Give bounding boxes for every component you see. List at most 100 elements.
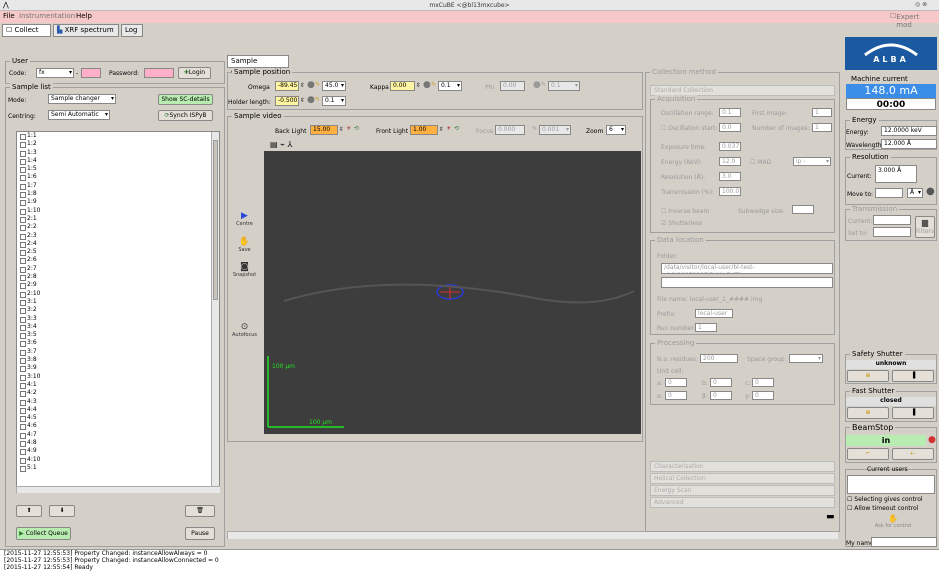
holder-step-select[interactable]: 0.1 xyxy=(322,96,346,106)
a-input[interactable]: 0 xyxy=(665,378,687,387)
kappa-reset-icon[interactable]: ● xyxy=(423,80,431,90)
back-light-spin-icon[interactable]: ⇳ xyxy=(339,126,344,133)
sample-tree-item[interactable]: 2:10 xyxy=(17,290,219,298)
move-up-button[interactable]: ⬆ xyxy=(16,505,42,517)
omega-reset-icon[interactable]: ● xyxy=(307,80,315,90)
holder-length-input[interactable]: -0.500 xyxy=(275,96,299,106)
safety-shutter-open-button[interactable]: ⊕ xyxy=(847,370,889,382)
my-name-input[interactable] xyxy=(871,537,937,547)
measure-icon[interactable]: ⌁ xyxy=(280,140,285,149)
sample-tree-item[interactable]: 2:9 xyxy=(17,281,219,290)
sample-tree-item[interactable]: 4:1 xyxy=(17,381,219,390)
code-number-input[interactable] xyxy=(81,68,101,78)
code-select[interactable]: fx xyxy=(36,68,74,78)
sample-tree[interactable]: 1:1 1:2 1:3 1:4 1:5 1:6 1:7 1:8 1:9 1:10 2:1 2:2 2:3… xyxy=(16,131,220,493)
center-hscrollbar[interactable] xyxy=(227,531,838,539)
exposure-input[interactable]: 0.037 xyxy=(719,142,741,151)
move-go-icon[interactable]: ● xyxy=(926,186,935,197)
sample-tree-item[interactable]: 1:4 xyxy=(17,157,219,166)
sample-tree-item[interactable]: 4:9 xyxy=(17,447,219,456)
sample-tree-item[interactable]: 2:8 xyxy=(17,273,219,282)
sample-tree-item[interactable]: 4:8 xyxy=(17,439,219,448)
sample-tree-item[interactable]: 1:7 xyxy=(17,182,219,191)
sample-tree-scrollbar[interactable] xyxy=(211,132,219,492)
show-sc-details-button[interactable]: Show SC-details xyxy=(158,94,213,105)
sample-tree-item[interactable]: 3:6 xyxy=(17,339,219,348)
resolution-input[interactable]: 3.0 xyxy=(719,172,741,181)
mode-select[interactable]: Sample changer xyxy=(48,94,116,104)
sample-tree-item[interactable]: 2:1 xyxy=(17,215,219,224)
mad-checkbox[interactable]: ☐ MAD xyxy=(750,159,771,166)
zoom-select[interactable]: 6 xyxy=(606,125,626,135)
tab-sample-centring[interactable]: Sample centring xyxy=(227,55,289,76)
sample-tree-item[interactable]: 2:3 xyxy=(17,232,219,240)
delete-button[interactable]: 🗑 xyxy=(185,505,215,517)
front-light-input[interactable]: 1.00 xyxy=(410,125,438,135)
beta-input[interactable]: 0 xyxy=(710,391,732,400)
sample-tree-item[interactable]: 4:7 xyxy=(17,431,219,439)
tab-xrf[interactable]: ▙ XRF spectrum xyxy=(53,24,119,37)
folder-input[interactable]: /data/visitor/local-user/bl-test-eh1/201… xyxy=(661,263,833,274)
menu-instrumentation[interactable]: Instrumentation xyxy=(19,12,75,20)
folder-extra-input[interactable] xyxy=(661,277,833,288)
fast-shutter-close-button[interactable]: ▐ xyxy=(892,407,934,419)
phi-input[interactable]: 0.00 xyxy=(500,81,525,91)
osc-start-input[interactable]: 0.0 xyxy=(719,123,741,132)
omega-input[interactable]: -89.45 xyxy=(275,81,299,91)
num-images-input[interactable]: 1 xyxy=(812,123,832,132)
mad-select[interactable]: ip - xyxy=(793,157,831,166)
front-light-reset-icon[interactable]: ⟲ xyxy=(454,125,459,132)
sample-tree-item[interactable]: 1:1 xyxy=(17,132,219,141)
omega-step-select[interactable]: 45.0 xyxy=(322,81,346,91)
resolution-unit-select[interactable]: Å xyxy=(907,188,923,198)
select-icon[interactable]: ▤ xyxy=(270,140,278,149)
window-menu-icon[interactable]: ⋀ xyxy=(3,1,9,9)
collection-scroll-icon[interactable]: ▬ xyxy=(826,512,835,522)
window-controls-icon[interactable]: ◎ ⊗ xyxy=(915,1,927,8)
beamstop-in-button[interactable]: ⌐ xyxy=(847,448,889,460)
move-down-button[interactable]: ⬇ xyxy=(49,505,75,517)
sample-tree-item[interactable]: 2:2 xyxy=(17,223,219,232)
residues-input[interactable]: 200 xyxy=(700,354,738,363)
sample-tree-item[interactable]: 3:10 xyxy=(17,373,219,381)
sample-tree-item[interactable]: 1:8 xyxy=(17,190,219,199)
first-image-input[interactable]: 1 xyxy=(812,108,832,117)
sample-tree-item[interactable]: 1:3 xyxy=(17,149,219,157)
filters-button[interactable]: ▆ Filters xyxy=(915,216,935,238)
front-light-spin-icon[interactable]: ⇳ xyxy=(439,126,444,133)
wavelength-value[interactable]: 12.000 Å xyxy=(881,139,937,149)
b-input[interactable]: 0 xyxy=(710,378,732,387)
sample-tree-item[interactable]: 2:6 xyxy=(17,256,219,265)
sample-tree-item[interactable]: 2:4 xyxy=(17,240,219,249)
sample-tree-hscrollbar[interactable] xyxy=(16,486,220,493)
menu-help[interactable]: Help xyxy=(76,12,92,20)
tab-collect[interactable]: ☐ Collect xyxy=(2,24,51,37)
advanced-header[interactable]: Advanced xyxy=(650,497,835,508)
run-number-input[interactable]: 1 xyxy=(695,323,717,332)
space-group-select[interactable] xyxy=(789,354,823,363)
prefix-input[interactable]: local-user xyxy=(695,309,733,318)
sample-video[interactable]: 100 µm 100 µm xyxy=(264,151,641,434)
kappa-spin-icon[interactable]: ⇳ xyxy=(416,82,421,89)
transmission-current-value[interactable] xyxy=(873,215,911,225)
snapshot-button[interactable]: ◙ Snapshot xyxy=(227,262,262,292)
sample-tree-item[interactable]: 4:5 xyxy=(17,414,219,423)
omega-spin-icon[interactable]: ⇳ xyxy=(300,82,305,89)
sample-tree-item[interactable]: 1:5 xyxy=(17,165,219,174)
shutterless-checkbox[interactable]: ☑ Shutterless xyxy=(661,220,702,227)
pause-button[interactable]: Pause xyxy=(185,527,215,540)
subwedge-input[interactable] xyxy=(792,205,814,214)
allow-timeout-checkbox[interactable]: ☐ Allow timeout control xyxy=(847,505,918,512)
back-light-reset-icon[interactable]: ⟲ xyxy=(354,125,359,132)
sample-tree-item[interactable]: 3:9 xyxy=(17,364,219,373)
holder-reset-icon[interactable]: ● xyxy=(307,95,315,105)
sample-tree-item[interactable]: 5:1 xyxy=(17,464,219,473)
transmission-set-input[interactable] xyxy=(873,227,911,237)
osc-start-checkbox[interactable]: ☐ Oscillation start: xyxy=(661,125,718,132)
tab-log[interactable]: Log xyxy=(121,24,143,37)
beamstop-out-button[interactable]: ⇠ xyxy=(892,448,934,460)
sample-tree-item[interactable]: 3:2 xyxy=(17,306,219,315)
gamma-input[interactable]: 0 xyxy=(752,391,774,400)
sample-tree-item[interactable]: 4:10 xyxy=(17,456,219,464)
sample-tree-item[interactable]: 2:5 xyxy=(17,248,219,257)
